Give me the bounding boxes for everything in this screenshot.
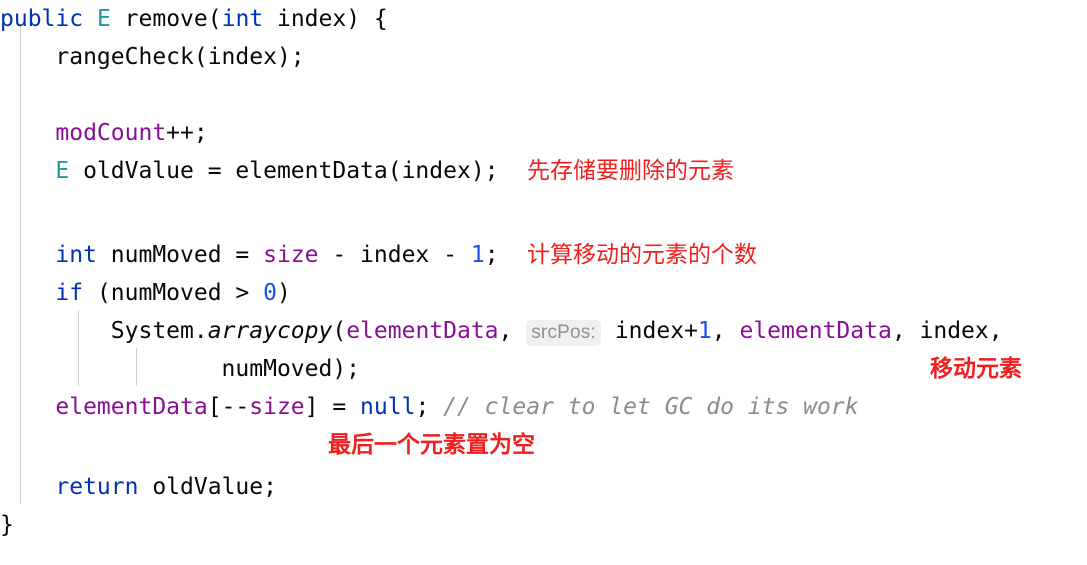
- token-arg-index: , index,: [891, 318, 1003, 344]
- token-param-index: index) {: [263, 6, 388, 32]
- token-comma-1: ,: [498, 318, 527, 344]
- token-comment-gc: // clear to let GC do its work: [443, 394, 859, 420]
- code-line-modcount: modCount++;: [0, 114, 1087, 153]
- token-close-paren-if: ): [276, 280, 291, 306]
- token-number-zero: 0: [263, 280, 277, 306]
- token-field-size: size: [263, 242, 319, 268]
- token-nummoved-assign: numMoved =: [96, 242, 264, 268]
- token-index-plus: index+: [600, 318, 698, 344]
- annotation-move-element: 移动元素: [930, 356, 1022, 382]
- token-system-prefix: System.: [0, 318, 208, 344]
- token-field-size-2: size: [249, 394, 305, 420]
- code-line-return: return oldValue;: [0, 468, 1087, 507]
- token-indent-oldvalue: [0, 158, 55, 184]
- code-line-null-assign: elementData[--size] = null; // clear to …: [0, 388, 1087, 427]
- token-indent-if: [0, 280, 55, 306]
- token-keyword-if: if: [55, 280, 84, 306]
- token-rangecheck-call: rangeCheck(index);: [0, 44, 305, 70]
- token-indent-return: [0, 474, 55, 500]
- param-hint-srcpos[interactable]: srcPos:: [526, 320, 601, 346]
- token-comma-2: ,: [711, 318, 740, 344]
- token-bracket-decrement: [--: [207, 394, 250, 420]
- token-type-E-2: E: [55, 158, 70, 184]
- token-field-elementdata-2: elementData: [739, 318, 892, 344]
- token-number-one: 1: [470, 242, 485, 268]
- token-minus-index: - index -: [318, 242, 471, 268]
- token-field-modcount: modCount: [55, 120, 167, 146]
- token-keyword-return: return: [55, 474, 139, 500]
- token-space-1: [83, 6, 97, 32]
- code-line-if: if (numMoved > 0): [0, 274, 1087, 313]
- code-line-signature: public E remove(int index) {: [0, 0, 1087, 39]
- code-line-blank-3: [0, 426, 1087, 465]
- token-assign-op: ] =: [304, 394, 361, 420]
- token-increment-op: ++;: [166, 120, 208, 146]
- token-type-E: E: [96, 6, 111, 32]
- token-number-one-2: 1: [697, 318, 712, 344]
- token-field-elementdata-3: elementData: [55, 394, 208, 420]
- code-line-arraycopy-cont: numMoved);: [0, 350, 1087, 389]
- token-field-elementdata-1: elementData: [346, 318, 499, 344]
- token-indent-modcount: [0, 120, 55, 146]
- code-editor-canvas: public E remove(int index) { rangeCheck(…: [0, 0, 1087, 565]
- token-keyword-int: int: [221, 6, 264, 32]
- annotation-last-null: 最后一个元素置为空: [328, 432, 535, 458]
- code-line-close-brace: }: [0, 506, 1087, 545]
- token-semicolon-null: ;: [415, 394, 444, 420]
- token-keyword-null: null: [360, 394, 416, 420]
- token-static-method-arraycopy: arraycopy: [207, 318, 333, 344]
- code-line-blank-2: [0, 190, 1087, 229]
- token-semicolon-nummoved: ;: [484, 242, 499, 268]
- code-line-blank-1: [0, 76, 1087, 115]
- annotation-store-element: 先存储要删除的元素: [527, 158, 734, 184]
- token-keyword-int-2: int: [55, 242, 97, 268]
- token-close-brace: }: [0, 512, 14, 538]
- token-indent-nummoved: [0, 242, 55, 268]
- token-method-remove: remove(: [110, 6, 222, 32]
- token-oldvalue-assign: oldValue = elementData(index);: [69, 158, 499, 184]
- token-arg-nummoved: numMoved);: [0, 356, 361, 382]
- token-indent-nullassign: [0, 394, 55, 420]
- token-if-condition: (numMoved >: [83, 280, 264, 306]
- token-keyword-public: public: [0, 6, 84, 32]
- code-line-arraycopy: System.arraycopy(elementData, srcPos: in…: [0, 312, 1087, 351]
- code-line-rangecheck: rangeCheck(index);: [0, 38, 1087, 77]
- token-return-value: oldValue;: [138, 474, 277, 500]
- annotation-count-moved: 计算移动的元素的个数: [527, 242, 757, 268]
- token-open-paren-arraycopy: (: [332, 318, 347, 344]
